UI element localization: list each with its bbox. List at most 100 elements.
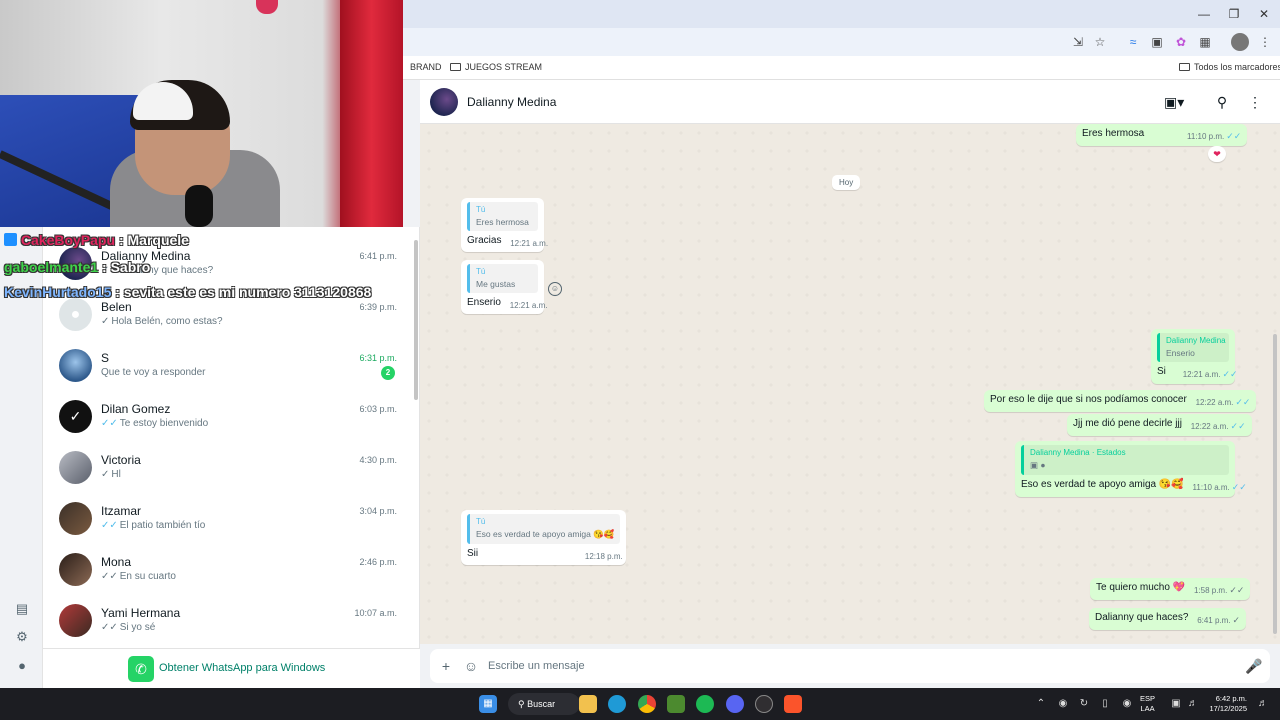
whatsapp-logo-icon: ✆ [128, 656, 154, 682]
message-bubble[interactable]: Te quiero mucho 💖 1:58 p.m. ✓✓ [1090, 578, 1251, 600]
message-list[interactable]: Eres hermosa 11:10 p.m. ✓✓ ❤ Hoy Tú Eres … [420, 124, 1280, 644]
chat-name: Victoria [101, 453, 141, 467]
message-text: Enserio [467, 297, 501, 308]
settings-gear-icon[interactable]: ⚙ [14, 629, 30, 645]
sticker-icon[interactable]: ☺ [463, 658, 479, 674]
message-bubble[interactable]: Dalianny Medina · Estados ▣ ● Eso es ver… [1015, 441, 1247, 497]
taskbar-search[interactable]: ⚲ Buscar [508, 693, 580, 715]
quoted-status[interactable]: Dalianny Medina · Estados ▣ ● [1021, 445, 1229, 475]
extension-tab-icon[interactable]: ▣ [1148, 33, 1166, 51]
contact-avatar[interactable] [430, 88, 458, 116]
quote-text: Enserio [1166, 348, 1195, 358]
install-app-icon[interactable]: ⇲ [1069, 33, 1087, 51]
taskbar-clock[interactable]: 6:42 p.m. 17/12/2025 [1205, 694, 1247, 714]
tray-mic-icon[interactable]: ◉ [1120, 697, 1134, 711]
delivered-ticks-icon: ✓✓ [1229, 585, 1245, 595]
stream-chat-line: gaboelmante1 : Sabro [4, 259, 150, 275]
chat-menu-icon[interactable]: ⋮ [1245, 92, 1265, 112]
chat-list-item[interactable]: ✓ Dilan Gomez 6:03 p.m. ✓✓ Te estoy bienv… [43, 396, 413, 447]
message-bubble[interactable]: Eres hermosa 11:10 p.m. ✓✓ [1076, 124, 1248, 146]
language-indicator[interactable]: ESP LAA [1140, 694, 1155, 714]
spotify-icon[interactable] [696, 695, 714, 713]
message-text: Eso es verdad te apoyo amiga 😘🥰 [1021, 479, 1184, 490]
message-bubble[interactable]: Por eso le dije que si nos podíamos cono… [984, 390, 1257, 412]
contact-name[interactable]: Dalianny Medina [467, 95, 556, 109]
microphone-icon[interactable]: 🎤 [1245, 658, 1262, 674]
edge-icon[interactable] [608, 695, 626, 713]
stream-chat-message: : Marquele [118, 232, 189, 248]
chat-name: Mona [101, 555, 132, 569]
emoji-react-icon[interactable]: ☺ [548, 282, 562, 296]
tray-app-icon[interactable]: ◉ [1056, 697, 1070, 711]
discord-icon[interactable] [726, 695, 744, 713]
quote-text: Eres hermosa [476, 217, 529, 227]
chat-list-item[interactable]: Victoria 4:30 p.m. ✓ Hl [43, 447, 413, 498]
message-bubble[interactable]: Jjj me dió pene decirle jjj 12:22 a.m. ✓✓ [1067, 414, 1252, 436]
profile-avatar-icon[interactable] [1231, 33, 1249, 51]
browser-menu-icon[interactable]: ⋮ [1256, 33, 1274, 51]
read-ticks-icon: ✓✓ [1235, 397, 1251, 407]
brave-icon[interactable] [784, 695, 802, 713]
webcam-charm [256, 0, 278, 14]
battery-icon[interactable]: ▯ [1098, 697, 1112, 711]
search-icon[interactable]: ⚲ [1212, 92, 1232, 112]
message-bubble[interactable]: Tú Eres hermosa Gracias 12:21 a.m. [461, 198, 548, 252]
close-icon[interactable]: ✕ [1252, 5, 1276, 23]
chat-time: 6:31 p.m. [359, 353, 397, 363]
chat-preview: ✓✓ Si yo sé [101, 622, 156, 633]
chat-scrollbar[interactable] [1273, 334, 1277, 634]
video-call-icon[interactable]: ▣▾ [1164, 92, 1184, 112]
obs-icon[interactable] [755, 695, 773, 713]
minimize-icon[interactable]: — [1192, 5, 1216, 23]
message-bubble[interactable]: Dalianny que haces? 6:41 p.m. ✓ [1089, 608, 1247, 630]
restore-icon[interactable]: ❐ [1222, 5, 1246, 23]
chat-list-item[interactable]: Yami Hermana 10:07 a.m. ✓✓ Si yo sé [43, 600, 413, 651]
chat-list-item[interactable]: ● Belen 6:39 p.m. ✓ Hola Belén, como esta… [43, 294, 413, 345]
chat-list-item[interactable]: S 6:31 p.m. Que te voy a responder 2 [43, 345, 413, 396]
chat-list-item[interactable]: Itzamar 3:04 p.m. ✓✓ El patio también tío [43, 498, 413, 549]
notifications-bell-icon[interactable]: ♬ [1256, 697, 1270, 711]
all-bookmarks[interactable]: Todos los marcadores [1179, 62, 1280, 72]
message-bubble[interactable]: Tú Me gustas Enserio 12:21 a.m. [461, 260, 548, 314]
message-input[interactable] [488, 657, 1188, 675]
quoted-message[interactable]: Dalianny Medina Enserio [1157, 333, 1229, 362]
read-ticks-icon: ✓✓ [101, 520, 118, 531]
chevron-up-icon[interactable]: ⌃ [1034, 697, 1048, 711]
star-icon[interactable]: ☆ [1091, 33, 1109, 51]
chat-list-scrollbar[interactable] [414, 240, 418, 400]
display-icon[interactable]: ▣ [1169, 697, 1183, 711]
quoted-message[interactable]: Tú Eres hermosa [467, 202, 538, 231]
extension-wave-icon[interactable]: ≈ [1124, 33, 1142, 51]
chat-list-item[interactable]: Mona 2:46 p.m. ✓✓ En su cuarto [43, 549, 413, 600]
get-app-label: Obtener WhatsApp para Windows [159, 662, 326, 674]
message-text: Por eso le dije que si nos podíamos cono… [990, 394, 1187, 405]
quoted-message[interactable]: Tú Me gustas [467, 264, 538, 293]
bookmark-juegos-stream[interactable]: JUEGOS STREAM [450, 62, 542, 72]
bookmark-brand[interactable]: BRAND [410, 62, 442, 72]
media-gallery-icon[interactable]: ▤ [14, 601, 30, 617]
sent-tick-icon: ✓ [1232, 615, 1241, 625]
attach-plus-icon[interactable]: + [438, 658, 454, 674]
message-bubble[interactable]: Dalianny Medina Enserio Si 12:21 a.m. ✓✓ [1151, 329, 1238, 384]
minecraft-icon[interactable] [667, 695, 685, 713]
file-explorer-icon[interactable] [579, 695, 597, 713]
chrome-icon[interactable] [638, 695, 656, 713]
profile-icon[interactable]: ● [14, 658, 30, 674]
heart-reaction-icon[interactable]: ❤ [1208, 146, 1226, 162]
extensions-puzzle-icon[interactable]: ▦ [1196, 33, 1214, 51]
message-bubble[interactable]: Tú Eso es verdad te apoyo amiga 😘🥰 Sii 1… [461, 510, 626, 565]
tray-sync-icon[interactable]: ↻ [1077, 697, 1091, 711]
extension-flower-icon[interactable]: ✿ [1172, 33, 1190, 51]
avatar [59, 349, 92, 382]
quote-author: Dalianny Medina · Estados [1030, 448, 1126, 457]
delivered-ticks-icon: ✓✓ [101, 571, 118, 582]
start-windows-icon[interactable]: ▦ [479, 695, 497, 713]
read-ticks-icon: ✓✓ [1222, 369, 1238, 379]
sword-badge-icon [4, 233, 17, 246]
quoted-message[interactable]: Tú Eso es verdad te apoyo amiga 😘🥰 [467, 514, 620, 544]
get-whatsapp-banner[interactable]: ✆ Obtener WhatsApp para Windows [43, 648, 420, 688]
chat-preview: ✓✓ El patio también tío [101, 520, 206, 531]
day-separator: Hoy [832, 175, 861, 190]
volume-icon[interactable]: ♬ [1186, 697, 1200, 711]
chat-preview: Que te voy a responder [101, 367, 206, 378]
